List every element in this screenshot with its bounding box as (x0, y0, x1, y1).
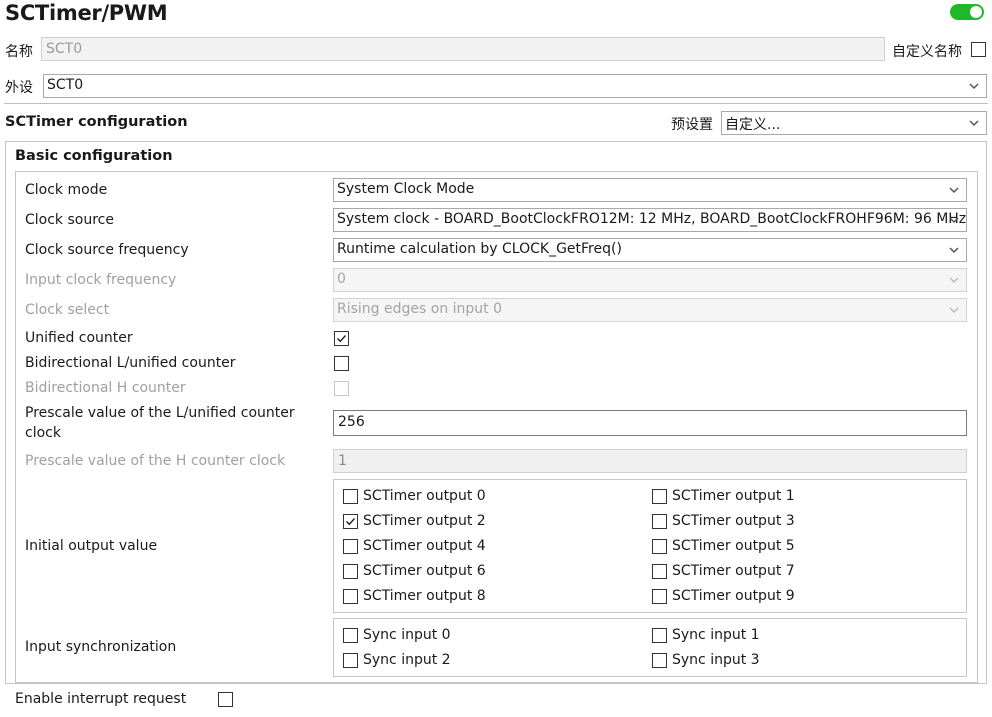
output-4[interactable]: SCTimer output 4 (343, 538, 486, 554)
output-6-checkbox[interactable] (343, 563, 358, 579)
bidir-h-checkbox[interactable] (334, 381, 349, 396)
sync-input-1-checkbox[interactable] (652, 627, 667, 643)
clock-source-freq-select[interactable]: Runtime calculation by CLOCK_GetFreq() (333, 238, 967, 262)
prescale-h-label: Prescale value of the H counter clock (25, 453, 286, 469)
clock-source-freq-value: Runtime calculation by CLOCK_GetFreq() (337, 241, 622, 257)
output-8-label: SCTimer output 8 (363, 588, 486, 604)
input-sync-label: Input synchronization (25, 639, 177, 655)
sync-input-2[interactable]: Sync input 2 (343, 652, 451, 668)
clock-mode-value: System Clock Mode (337, 181, 475, 197)
input-clock-freq-label: Input clock frequency (25, 272, 177, 288)
peripheral-select-value: SCT0 (47, 77, 84, 93)
clock-source-value: System clock - BOARD_BootClockFRO12M: 12… (337, 211, 967, 227)
initial-output-label: Initial output value (25, 538, 158, 554)
peripheral-select[interactable]: SCT0 (43, 74, 987, 98)
sync-input-3[interactable]: Sync input 3 (652, 652, 760, 668)
clock-select-label: Clock select (25, 302, 110, 318)
bidir-h-label: Bidirectional H counter (25, 380, 186, 396)
sync-input-0-label: Sync input 0 (363, 627, 451, 643)
toggle-knob (970, 6, 982, 18)
output-4-label: SCTimer output 4 (363, 538, 486, 554)
sync-input-0[interactable]: Sync input 0 (343, 627, 451, 643)
output-0-label: SCTimer output 0 (363, 488, 486, 504)
clock-source-freq-label: Clock source frequency (25, 242, 189, 258)
sync-input-3-label: Sync input 3 (672, 652, 760, 668)
output-1[interactable]: SCTimer output 1 (652, 488, 795, 504)
chevron-down-icon (948, 214, 960, 226)
output-2-checkbox[interactable] (343, 513, 358, 529)
output-7-checkbox[interactable] (652, 563, 667, 579)
output-2-label: SCTimer output 2 (363, 513, 486, 529)
sync-input-2-label: Sync input 2 (363, 652, 451, 668)
prescale-l-label-line2: clock (25, 425, 61, 441)
sync-input-2-checkbox[interactable] (343, 652, 358, 668)
chevron-down-icon (948, 184, 960, 196)
output-9-checkbox[interactable] (652, 588, 667, 604)
preset-select[interactable]: 自定义... (721, 111, 987, 135)
output-8[interactable]: SCTimer output 8 (343, 588, 486, 604)
config-section-title: SCTimer configuration (5, 114, 188, 130)
prescale-l-input[interactable]: 256 (333, 410, 967, 436)
output-2[interactable]: SCTimer output 2 (343, 513, 486, 529)
output-3[interactable]: SCTimer output 3 (652, 513, 795, 529)
output-5-label: SCTimer output 5 (672, 538, 795, 554)
output-4-checkbox[interactable] (343, 538, 358, 554)
custom-name-label: 自定义名称 (892, 44, 962, 60)
output-0-checkbox[interactable] (343, 488, 358, 504)
clock-mode-label: Clock mode (25, 182, 108, 198)
custom-name-checkbox[interactable] (971, 42, 986, 57)
divider (4, 103, 988, 104)
chevron-down-icon (968, 117, 980, 129)
prescale-l-label-line1: Prescale value of the L/unified counter (25, 405, 295, 421)
output-8-checkbox[interactable] (343, 588, 358, 604)
prescale-h-input[interactable]: 1 (333, 449, 967, 473)
input-clock-freq-select[interactable]: 0 (333, 268, 967, 292)
sync-input-3-checkbox[interactable] (652, 652, 667, 668)
output-7-label: SCTimer output 7 (672, 563, 795, 579)
chevron-down-icon (948, 304, 960, 316)
check-icon (337, 335, 347, 343)
clock-source-select[interactable]: System clock - BOARD_BootClockFRO12M: 12… (333, 208, 967, 232)
output-7[interactable]: SCTimer output 7 (652, 563, 795, 579)
basic-config-title: Basic configuration (15, 148, 173, 164)
chevron-down-icon (948, 274, 960, 286)
clock-mode-select[interactable]: System Clock Mode (333, 178, 967, 202)
sync-input-0-checkbox[interactable] (343, 627, 358, 643)
output-9-label: SCTimer output 9 (672, 588, 795, 604)
output-6-label: SCTimer output 6 (363, 563, 486, 579)
name-label: 名称 (5, 44, 33, 60)
unified-counter-label: Unified counter (25, 330, 133, 346)
clock-select-select[interactable]: Rising edges on input 0 (333, 298, 967, 322)
output-5-checkbox[interactable] (652, 538, 667, 554)
name-field[interactable]: SCT0 (41, 37, 885, 61)
bidir-l-label: Bidirectional L/unified counter (25, 355, 236, 371)
chevron-down-icon (968, 80, 980, 92)
chevron-down-icon (948, 244, 960, 256)
output-9[interactable]: SCTimer output 9 (652, 588, 795, 604)
preset-label: 预设置 (671, 117, 713, 133)
output-6[interactable]: SCTimer output 6 (343, 563, 486, 579)
peripheral-label: 外设 (5, 80, 33, 96)
sync-input-1[interactable]: Sync input 1 (652, 627, 760, 643)
check-icon (346, 517, 356, 525)
output-1-label: SCTimer output 1 (672, 488, 795, 504)
output-3-label: SCTimer output 3 (672, 513, 795, 529)
enable-toggle[interactable] (950, 4, 984, 20)
interrupt-label: Enable interrupt request (15, 691, 187, 707)
input-clock-freq-value: 0 (337, 271, 346, 287)
output-1-checkbox[interactable] (652, 488, 667, 504)
sync-input-1-label: Sync input 1 (672, 627, 760, 643)
output-0[interactable]: SCTimer output 0 (343, 488, 486, 504)
clock-select-value: Rising edges on input 0 (337, 301, 503, 317)
interrupt-checkbox[interactable] (218, 692, 233, 707)
clock-source-label: Clock source (25, 212, 114, 228)
output-3-checkbox[interactable] (652, 513, 667, 529)
unified-counter-checkbox[interactable] (334, 331, 349, 346)
preset-select-value: 自定义... (725, 117, 781, 133)
page-title: SCTimer/PWM (5, 1, 168, 25)
bidir-l-checkbox[interactable] (334, 356, 349, 371)
output-5[interactable]: SCTimer output 5 (652, 538, 795, 554)
